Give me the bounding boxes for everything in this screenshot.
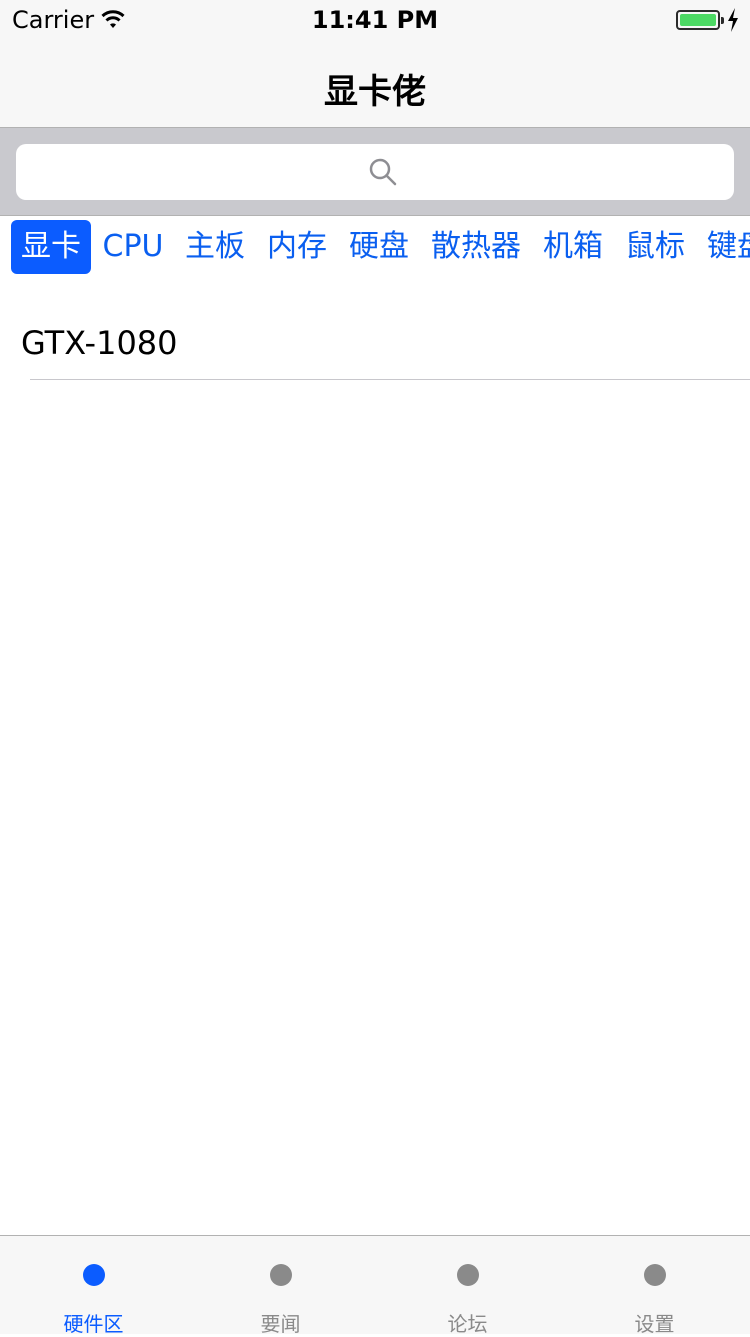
tab-news[interactable]: 要闻 (187, 1236, 374, 1336)
tab-forum[interactable]: 论坛 (374, 1236, 561, 1336)
category-tabs: 显卡 CPU 主板 内存 硬盘 散热器 机箱 鼠标 键盘 (0, 216, 750, 278)
settings-tab-icon (643, 1264, 666, 1286)
category-tab-cpu[interactable]: CPU (100, 220, 166, 274)
tab-label: 硬件区 (63, 1312, 124, 1336)
row-divider (30, 379, 750, 380)
search-input[interactable] (16, 144, 738, 202)
battery-icon (676, 10, 724, 30)
category-tab-memory[interactable]: 内存 (264, 220, 330, 274)
category-tab-motherboard[interactable]: 主板 (182, 220, 248, 274)
category-tab-cooler[interactable]: 散热器 (428, 220, 524, 274)
tab-bar: 硬件区 要闻 论坛 设置 (0, 1235, 750, 1336)
search-bar (0, 128, 750, 216)
list-item-label: GTX-1080 (21, 324, 178, 362)
category-tab-keyboard[interactable]: 键盘 (704, 220, 750, 274)
hardware-tab-icon (82, 1264, 105, 1286)
tab-label: 要闻 (260, 1312, 301, 1336)
search-field[interactable] (16, 144, 738, 202)
category-tab-case[interactable]: 机箱 (540, 220, 606, 274)
news-tab-icon (269, 1264, 292, 1286)
tab-label: 论坛 (447, 1312, 488, 1336)
category-tab-disk[interactable]: 硬盘 (346, 220, 412, 274)
list-item[interactable]: GTX-1080 (0, 310, 750, 380)
navigation-bar: 显卡佬 (0, 40, 750, 128)
status-bar: Carrier 11:41 PM (0, 0, 750, 40)
category-tab-gpu[interactable]: 显卡 (11, 220, 91, 274)
forum-tab-icon (456, 1264, 479, 1286)
tab-label: 设置 (634, 1312, 675, 1336)
charging-bolt-icon (728, 8, 738, 32)
page-title: 显卡佬 (324, 72, 426, 112)
status-time: 11:41 PM (311, 6, 439, 34)
tab-hardware[interactable]: 硬件区 (0, 1236, 187, 1336)
category-tab-mouse[interactable]: 鼠标 (622, 220, 688, 274)
tab-settings[interactable]: 设置 (561, 1236, 748, 1336)
